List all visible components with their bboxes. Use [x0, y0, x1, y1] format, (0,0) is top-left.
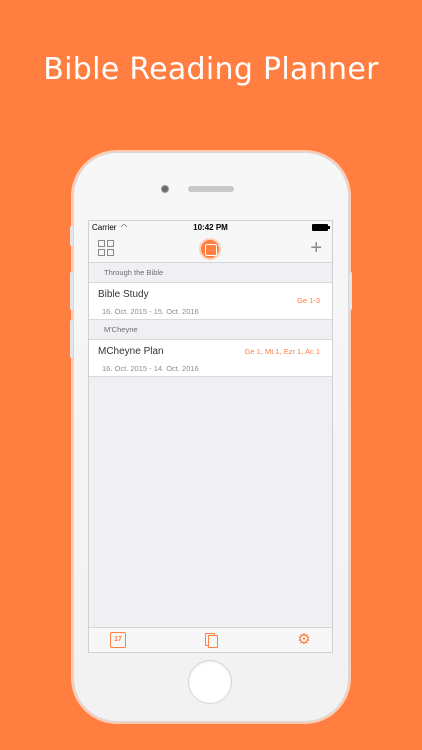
nav-bar: +: [89, 235, 332, 263]
front-camera: [161, 185, 169, 193]
plan-name: MCheyne Plan: [98, 346, 164, 357]
calendar-icon[interactable]: 17: [110, 632, 126, 648]
add-icon[interactable]: +: [310, 237, 322, 259]
calendar-day: 17: [114, 636, 122, 643]
tab-bar: 17 ⚙: [89, 627, 332, 652]
mute-switch: [70, 226, 73, 246]
plan-dates: 16. Oct. 2015 - 14. Oct. 2016: [102, 364, 199, 373]
volume-up-button: [70, 272, 73, 310]
section-header: Through the Bible: [89, 263, 332, 282]
home-button[interactable]: [188, 660, 232, 704]
app-screen: Carrier ◠ 10:42 PM + Through the Bible B…: [88, 220, 333, 653]
power-button: [349, 272, 352, 310]
gear-icon[interactable]: ⚙: [296, 632, 312, 648]
battery-icon: [312, 224, 330, 231]
plan-name: Bible Study: [98, 289, 149, 300]
headline: Bible Reading Planner: [43, 52, 379, 87]
book-icon[interactable]: [204, 632, 220, 648]
plan-reading: Ge 1, Mt 1, Ezr 1, Ac 1: [244, 347, 320, 356]
plan-reading: Ge 1-3: [297, 296, 320, 305]
grid-icon[interactable]: [98, 240, 114, 256]
volume-down-button: [70, 320, 73, 358]
plan-row-mcheyne[interactable]: MCheyne Plan 16. Oct. 2015 - 14. Oct. 20…: [89, 339, 332, 377]
bible-logo-icon[interactable]: [199, 238, 221, 260]
plan-dates: 16. Oct. 2015 - 15. Oct. 2016: [102, 307, 199, 316]
status-time: 10:42 PM: [193, 223, 228, 232]
earpiece-speaker: [188, 186, 234, 192]
section-header: M'Cheyne: [89, 320, 332, 339]
status-bar: Carrier ◠ 10:42 PM: [89, 221, 332, 235]
plan-row-bible-study[interactable]: Bible Study 16. Oct. 2015 - 15. Oct. 201…: [89, 282, 332, 320]
